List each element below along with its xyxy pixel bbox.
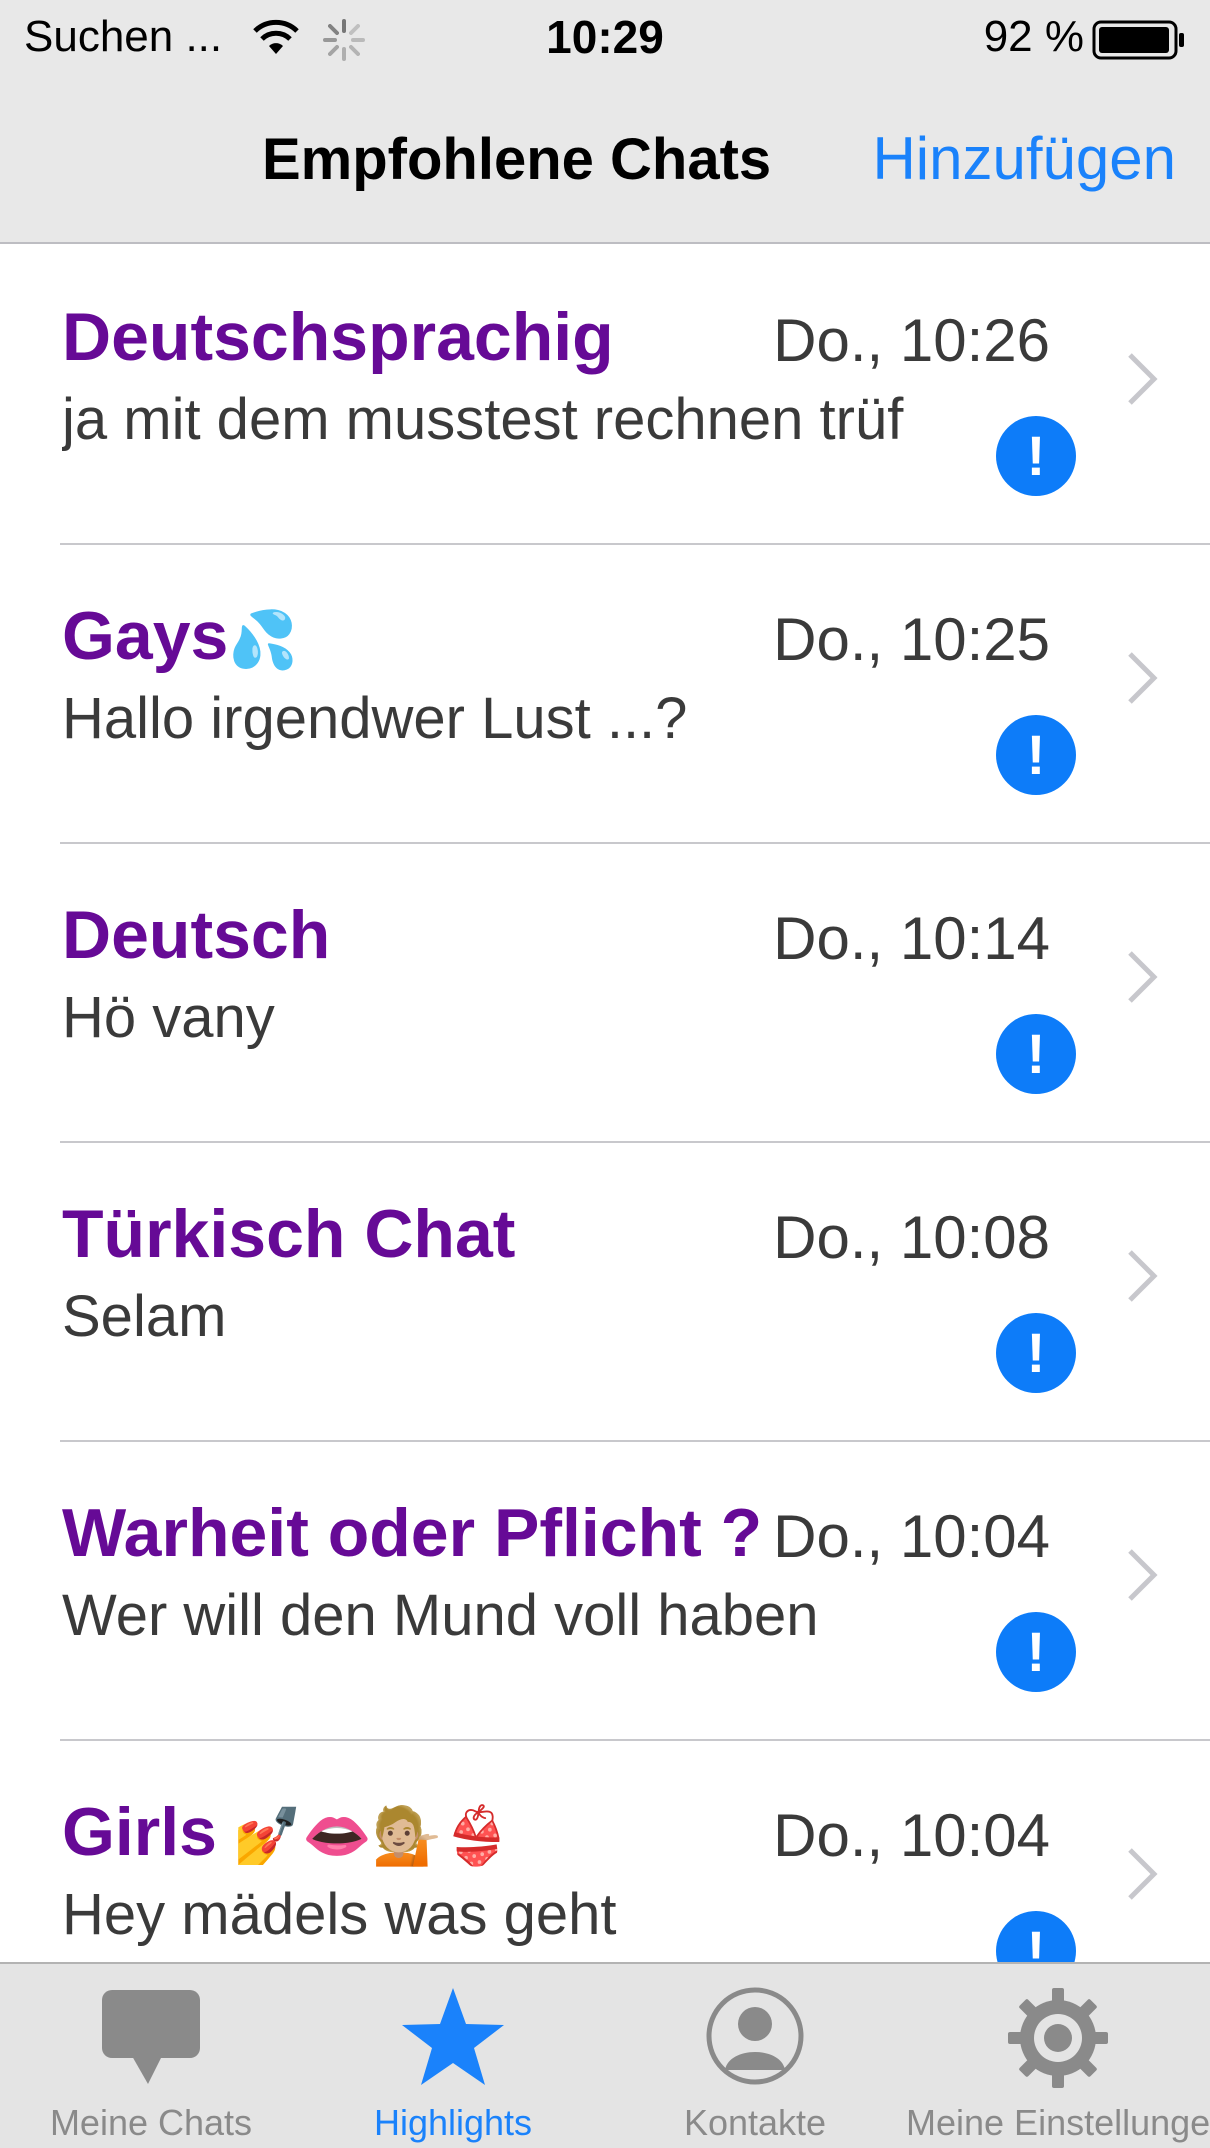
chat-time: Do., 10:04 <box>773 1802 1050 1869</box>
chat-row-warheit-oder-pflicht[interactable]: Warheit oder Pflicht ? Do., 10:04 Wer wi… <box>0 1442 1210 1741</box>
tab-label: Meine Einstellungen <box>906 2102 1210 2143</box>
chat-name: Gays💦 <box>62 598 299 674</box>
chat-row-girls[interactable]: Girls 💅👄💁🏼👙 Do., 10:04 Hey mädels was ge… <box>0 1741 1210 1962</box>
chat-emoji: 💅👄💁🏼👙 <box>216 1804 512 1867</box>
chat-time: Do., 10:26 <box>773 307 1050 374</box>
star-icon <box>402 1988 504 2085</box>
chat-emoji: 💦 <box>228 608 299 671</box>
chat-time: Do., 10:04 <box>773 1503 1050 1570</box>
alert-badge: ! <box>996 416 1076 496</box>
chat-row-tuerkisch-chat[interactable]: Türkisch Chat Do., 10:08 Selam ! <box>0 1143 1210 1442</box>
tab-bar: Meine Chats Highlights Kontakte Meine Ei… <box>0 1962 1210 2148</box>
battery-percentage: 92 % <box>983 12 1084 61</box>
chat-time: Do., 10:14 <box>773 905 1050 972</box>
chat-name: Girls 💅👄💁🏼👙 <box>62 1794 512 1870</box>
alert-badge: ! <box>996 1014 1076 1094</box>
chevron-right-icon <box>1128 1848 1158 1900</box>
alert-badge: ! <box>996 1313 1076 1393</box>
chat-time: Do., 10:25 <box>773 606 1050 673</box>
status-bar: Suchen ... 10:29 92 % <box>0 0 1210 80</box>
chevron-right-icon <box>1128 652 1158 704</box>
tab-highlights[interactable]: Highlights <box>302 1964 604 2148</box>
chat-last-message: Wer will den Mund voll haben <box>62 1583 819 1648</box>
chat-last-message: Hö vany <box>62 985 275 1050</box>
chevron-right-icon <box>1128 951 1158 1003</box>
chat-name: Deutsch <box>62 897 331 973</box>
chat-name: Warheit oder Pflicht ? <box>62 1495 763 1571</box>
chevron-right-icon <box>1128 353 1158 405</box>
tab-kontakte[interactable]: Kontakte <box>604 1964 906 2148</box>
tab-label: Meine Chats <box>49 2102 253 2143</box>
add-button[interactable]: Hinzufügen <box>872 124 1176 193</box>
speech-bubble-icon <box>102 1990 200 2084</box>
tab-meine-chats[interactable]: Meine Chats <box>0 1964 302 2148</box>
tab-meine-einstellungen[interactable]: Meine Einstellungen <box>906 1964 1210 2148</box>
top-bar: Suchen ... 10:29 92 % Empfohlene Chats H… <box>0 0 1210 244</box>
page-title: Empfohlene Chats <box>262 127 772 192</box>
chat-name: Deutschsprachig <box>62 299 614 375</box>
alert-badge: ! <box>996 715 1076 795</box>
chat-row-gays[interactable]: Gays💦 Do., 10:25 Hallo irgendwer Lust ..… <box>0 545 1210 844</box>
chat-last-message: Hallo irgendwer Lust ...? <box>62 686 688 751</box>
chat-row-deutschsprachig[interactable]: Deutschsprachig Do., 10:26 ja mit dem mu… <box>0 246 1210 545</box>
gear-icon <box>1008 1988 1108 2088</box>
chat-list: Deutschsprachig Do., 10:26 ja mit dem mu… <box>0 246 1210 1962</box>
chat-name: Türkisch Chat <box>62 1196 516 1272</box>
tab-label: Kontakte <box>683 2102 827 2143</box>
chevron-right-icon <box>1128 1549 1158 1601</box>
chat-time: Do., 10:08 <box>773 1204 1050 1271</box>
alert-badge: ! <box>996 1612 1076 1692</box>
chat-last-message: ja mit dem musstest rechnen trüf <box>62 387 904 452</box>
chat-last-message: Selam <box>62 1284 227 1349</box>
chat-last-message: Hey mädels was geht <box>62 1882 617 1947</box>
chat-row-deutsch[interactable]: Deutsch Do., 10:14 Hö vany ! <box>0 844 1210 1143</box>
person-icon <box>706 1987 804 2085</box>
battery-icon <box>1092 20 1184 60</box>
tab-label: Highlights <box>373 2102 533 2143</box>
chevron-right-icon <box>1128 1250 1158 1302</box>
